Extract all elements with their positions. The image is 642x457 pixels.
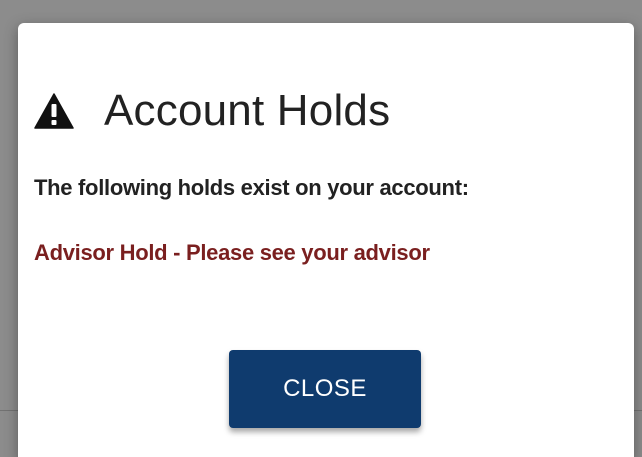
warning-triangle-icon <box>34 93 74 129</box>
close-button[interactable]: CLOSE <box>229 350 421 428</box>
account-holds-dialog: Account Holds The following holds exist … <box>18 23 634 457</box>
dialog-title: Account Holds <box>104 86 391 135</box>
dialog-header: Account Holds <box>34 89 390 133</box>
holds-intro-text: The following holds exist on your accoun… <box>34 175 469 200</box>
hold-item: Advisor Hold - Please see your advisor <box>34 240 430 265</box>
